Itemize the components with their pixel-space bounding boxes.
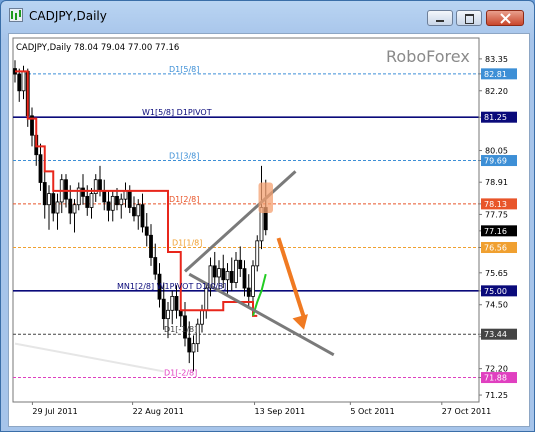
candle-body (85, 195, 90, 208)
price-chart[interactable]: CADJPY,Daily 78.04 79.04 77.00 77.16 Robo… (9, 34, 529, 426)
minimize-button[interactable] (427, 10, 453, 26)
watermark: RoboForex (386, 47, 470, 66)
level-label-0: D1[5/8] (169, 65, 199, 74)
candle-body (246, 287, 251, 297)
price-marker-label-0: 82.81 (484, 70, 507, 79)
candle-body (81, 187, 85, 197)
minimize-icon (436, 20, 444, 22)
maximize-icon (465, 14, 474, 24)
chart-area[interactable]: CADJPY,Daily 78.04 79.04 77.00 77.16 Robo… (8, 33, 530, 427)
close-button[interactable] (486, 10, 524, 26)
candle-body (229, 271, 234, 283)
candle-body (98, 179, 102, 192)
price-marker-label-5: 76.56 (484, 244, 507, 253)
candle-body (144, 226, 149, 236)
candle-body (47, 193, 51, 206)
level-label-4: D1[1/8] (172, 239, 202, 248)
candle-body (242, 268, 247, 289)
price-marker-label-8: 71.88 (484, 374, 507, 383)
candle-body (166, 309, 170, 320)
candle-body (55, 201, 60, 214)
candle-body (161, 298, 166, 320)
chart-window: CADJPY,Daily CADJPY,Daily 78.04 79.04 77… (0, 0, 535, 432)
time-tick-label: 22 Aug 2011 (133, 407, 184, 416)
candle-body (251, 265, 255, 297)
candle-body (153, 257, 158, 275)
candle-body (42, 182, 47, 206)
candle-body (234, 259, 238, 283)
candle-body (255, 240, 260, 267)
candle-body (140, 204, 145, 228)
window-title: CADJPY,Daily (29, 9, 107, 23)
chart-header: CADJPY,Daily 78.04 79.04 77.00 77.16 (16, 43, 179, 53)
level-label-5: MN1[2/8] W1PIVOT D1[0/8] (117, 282, 226, 291)
time-tick-label: 5 Oct 2011 (350, 407, 394, 416)
candle-body (89, 193, 94, 208)
candle-body (64, 179, 68, 200)
candle-body (106, 201, 111, 211)
plot-frame (12, 37, 480, 403)
level-label-1: W1[5/8] D1PIVOT (142, 108, 212, 117)
candle-body (68, 198, 73, 214)
price-tick-label: 83.35 (485, 55, 508, 64)
level-label-3: D1[2/8] (169, 195, 199, 204)
candle-body (212, 265, 217, 278)
candle-body (149, 234, 153, 258)
candle-body (51, 193, 56, 214)
price-tick-label: 80.05 (485, 147, 508, 156)
price-tick-label: 71.25 (485, 391, 508, 400)
candle-body (174, 296, 179, 311)
candle-body (221, 268, 226, 281)
candle-body (123, 190, 128, 200)
close-icon (500, 13, 511, 24)
time-tick-label: 27 Oct 2011 (442, 407, 491, 416)
candle-body (38, 154, 43, 183)
candle-body (238, 259, 243, 270)
candle-body (110, 195, 115, 211)
candle-body (72, 204, 77, 214)
time-tick-label: 13 Sep 2011 (255, 407, 306, 416)
title-bar[interactable]: CADJPY,Daily (1, 1, 534, 31)
candle-body (187, 337, 192, 353)
candle-body (217, 268, 221, 278)
price-marker-label-6: 75.00 (484, 287, 507, 296)
price-marker-label-4: 77.16 (484, 227, 507, 236)
candle-body (127, 190, 132, 208)
candle-body (17, 73, 22, 92)
price-marker-label-2: 79.69 (484, 157, 507, 166)
price-tick-label: 74.50 (485, 301, 508, 310)
price-tick-label: 75.65 (485, 269, 508, 278)
price-tick-label: 78.91 (485, 178, 508, 187)
candle-body (132, 207, 136, 217)
candle-body (204, 287, 209, 311)
candle-body (191, 343, 196, 353)
candle-body (115, 195, 119, 206)
candle-body (21, 70, 26, 92)
candle-body (119, 198, 124, 206)
candle-body (136, 204, 141, 217)
time-tick-label: 29 Jul 2011 (32, 407, 77, 416)
price-marker-label-1: 81.25 (484, 113, 507, 122)
level-label-6: D1[-1/8] (164, 325, 197, 334)
highlight-box (258, 182, 273, 214)
candle-body (200, 309, 204, 325)
candle-body (170, 296, 175, 311)
maximize-button[interactable] (456, 10, 482, 26)
level-label-2: D1[3/8] (169, 152, 199, 161)
price-tick-label: 82.20 (485, 87, 508, 96)
price-marker-label-7: 73.44 (484, 330, 507, 339)
price-tick-label: 77.75 (485, 210, 508, 219)
candle-body (102, 190, 107, 203)
chart-window-icon (9, 8, 23, 22)
price-marker-label-3: 78.13 (484, 200, 507, 209)
candle-body (225, 271, 230, 281)
level-label-7: D1[-2/8] (164, 369, 197, 378)
